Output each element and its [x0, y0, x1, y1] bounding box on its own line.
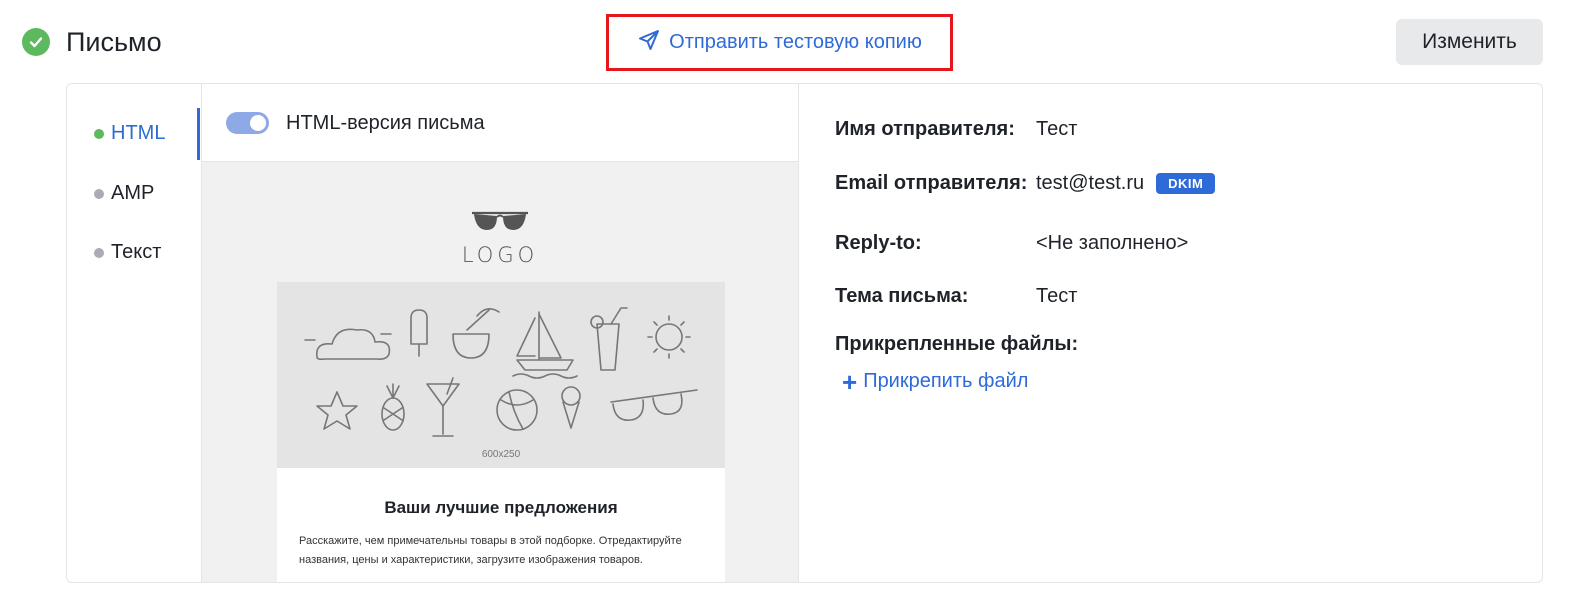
- sender-name-value: Тест: [1036, 118, 1077, 141]
- attach-file-label: Прикрепить файл: [863, 370, 1029, 392]
- preview-panel: HTML-версия письма LOGO 600x250 Ваши луч…: [202, 84, 799, 582]
- letter-card: HTML AMP Текст HTML-версия письма LOGO 6…: [66, 83, 1543, 583]
- status-check-icon: [22, 28, 50, 56]
- email-logo: LOGO: [202, 210, 798, 267]
- active-tab-indicator: [197, 108, 200, 160]
- attachments-label: Прикрепленные файлы:: [835, 333, 1079, 355]
- preview-header: HTML-версия письма: [202, 84, 798, 162]
- subject-label: Тема письма:: [835, 285, 969, 307]
- edit-button[interactable]: Изменить: [1396, 19, 1543, 65]
- send-test-copy-label: Отправить тестовую копию: [669, 31, 922, 53]
- email-paragraph: Расскажите, чем примечательны товары в э…: [299, 535, 682, 566]
- sender-email-label: Email отправителя:: [835, 172, 1028, 194]
- summer-illustration-icon: [304, 307, 698, 437]
- paper-plane-icon: [637, 28, 661, 57]
- section-title: Письмо: [66, 27, 162, 57]
- attach-file-link[interactable]: + Прикрепить файл: [842, 366, 1029, 397]
- status-dot: [94, 247, 104, 258]
- sender-email-value: test@test.ru DKIM: [1036, 172, 1216, 195]
- html-version-toggle[interactable]: [226, 112, 269, 134]
- sender-name-label: Имя отправителя:: [835, 118, 1015, 140]
- toggle-knob: [250, 115, 266, 131]
- subject-text: Тест: [1036, 285, 1078, 307]
- email-preview[interactable]: LOGO 600x250 Ваши лучшие предложения Рас…: [202, 162, 798, 582]
- send-test-copy-button[interactable]: Отправить тестовую копию: [606, 14, 953, 71]
- status-dot: [94, 128, 104, 139]
- reply-to-label: Reply-to:: [835, 232, 922, 254]
- logo-text: LOGO: [461, 243, 539, 267]
- reply-to-value: <Не заполнено>: [1036, 232, 1188, 255]
- plus-icon: +: [842, 366, 858, 397]
- status-dot: [94, 188, 104, 199]
- sunglasses-logo-icon: [472, 211, 528, 230]
- email-heading: Ваши лучшие предложения: [384, 498, 618, 517]
- tab-text[interactable]: Текст: [94, 241, 161, 264]
- reply-to-text: <Не заполнено>: [1036, 232, 1189, 254]
- email-content-block: Ваши лучшие предложения Расскажите, чем …: [277, 468, 725, 582]
- sender-email-text: test@test.ru: [1036, 172, 1145, 194]
- tab-label: HTML: [111, 122, 166, 144]
- tab-label: Текст: [111, 241, 162, 263]
- hero-size-label: 600x250: [481, 449, 521, 460]
- letter-details: Имя отправителя: Тест Email отправителя:…: [800, 84, 1542, 582]
- html-version-label: HTML-версия письма: [286, 112, 485, 134]
- subject-value: Тест: [1036, 285, 1077, 308]
- dkim-badge: DKIM: [1156, 173, 1216, 194]
- tab-label: AMP: [111, 182, 155, 204]
- hero-image-placeholder: 600x250: [277, 282, 725, 468]
- sender-name-text: Тест: [1036, 118, 1078, 140]
- format-tabs: HTML AMP Текст: [67, 84, 202, 582]
- tab-html[interactable]: HTML: [94, 122, 165, 145]
- tab-amp[interactable]: AMP: [94, 182, 154, 205]
